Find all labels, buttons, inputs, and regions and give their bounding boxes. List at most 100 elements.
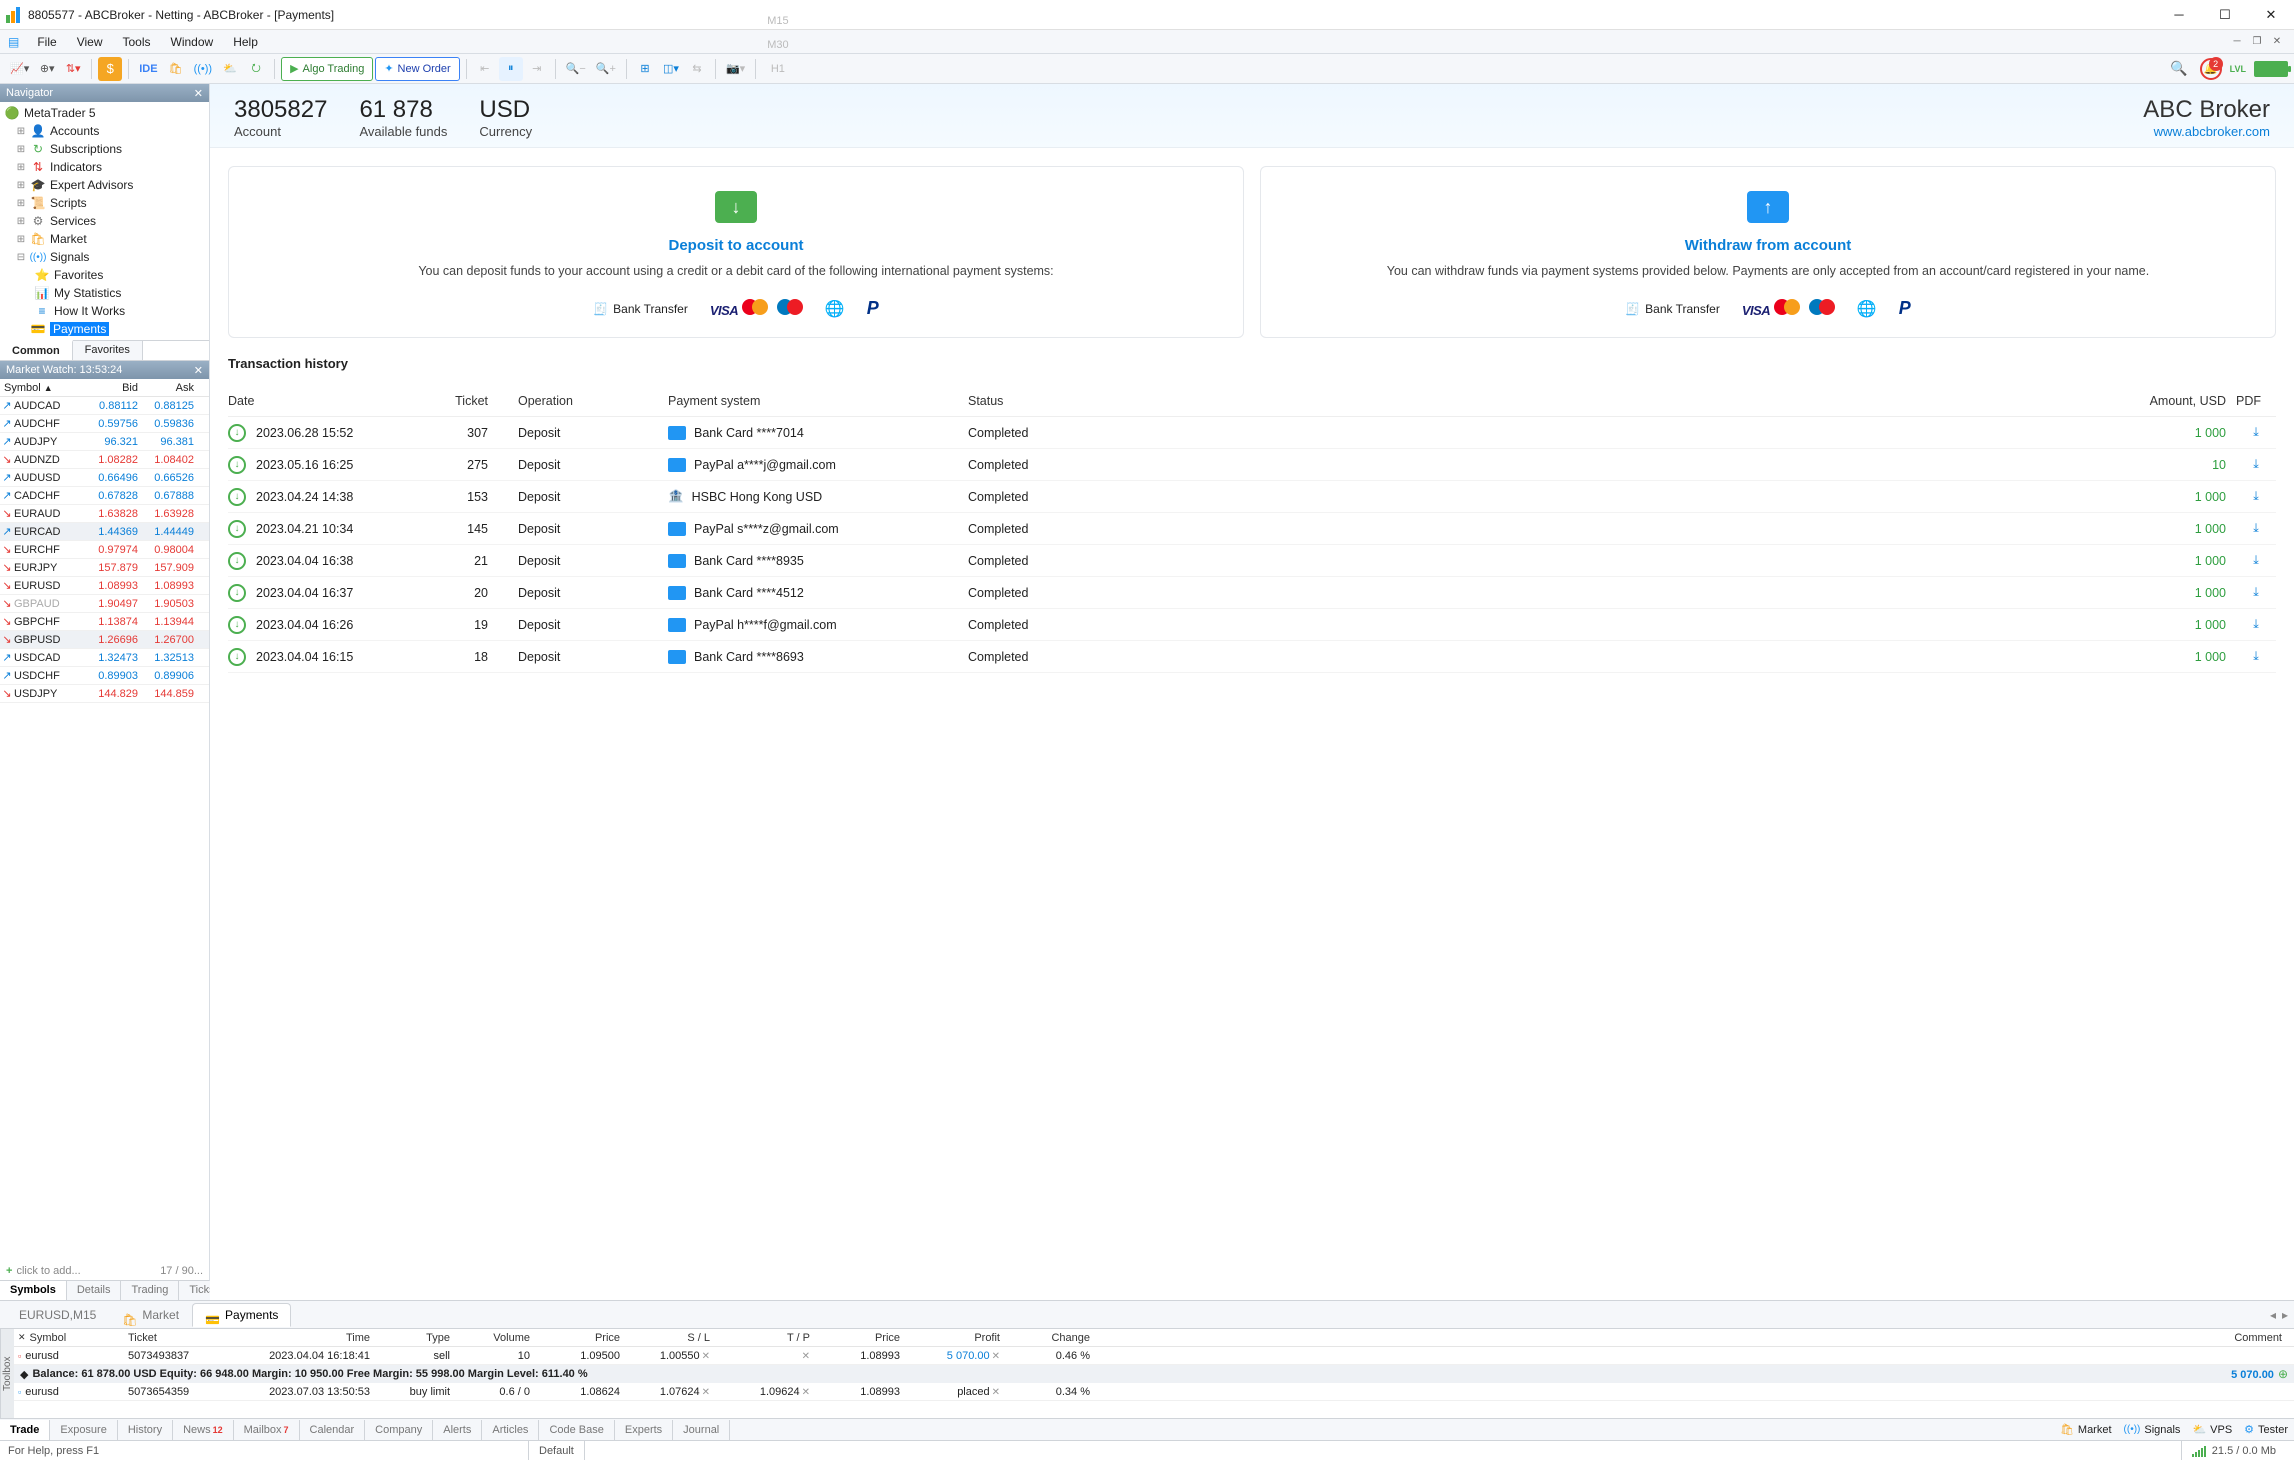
plus-icon[interactable]: ⊕ <box>2278 1367 2288 1381</box>
tb-tab-news[interactable]: News12 <box>173 1420 234 1440</box>
tab-market[interactable]: 🛍Market <box>109 1303 192 1327</box>
mdi-close-icon[interactable]: ✕ <box>2268 33 2286 51</box>
status-profile[interactable]: Default <box>528 1441 584 1460</box>
download-pdf-icon[interactable]: ⤓ <box>2236 521 2276 536</box>
nav-payments[interactable]: 💳 Payments <box>0 320 209 338</box>
tf-M30[interactable]: M30 <box>762 33 793 57</box>
dollar-icon[interactable]: $ <box>98 57 122 81</box>
mdi-restore-icon[interactable]: ❐ <box>2248 33 2266 51</box>
history-row[interactable]: ↓2023.04.04 16:2619DepositPayPal h****f@… <box>228 609 2276 641</box>
menu-tools[interactable]: Tools <box>112 35 160 49</box>
nav-services[interactable]: ⊞⚙Services <box>0 212 209 230</box>
broker-url[interactable]: www.abcbroker.com <box>2143 124 2270 139</box>
tf-M5[interactable]: M5 <box>762 0 793 9</box>
download-pdf-icon[interactable]: ⤓ <box>2236 425 2276 440</box>
tb-tab-journal[interactable]: Journal <box>673 1420 730 1440</box>
grid-icon[interactable]: ⊞ <box>633 57 657 81</box>
minimize-button[interactable]: ─ <box>2156 0 2202 30</box>
menu-window[interactable]: Window <box>161 35 224 49</box>
ide-button[interactable]: IDE <box>135 57 161 81</box>
chart-line-icon[interactable]: 📈▾ <box>6 57 33 81</box>
tf-M15[interactable]: M15 <box>762 9 793 33</box>
refresh-icon[interactable]: ⭮ <box>244 57 268 81</box>
history-row[interactable]: ↓2023.05.16 16:25275DepositPayPal a****j… <box>228 449 2276 481</box>
tb-tab-company[interactable]: Company <box>365 1420 433 1440</box>
tab-next-icon[interactable]: ▸ <box>2282 1308 2288 1322</box>
mw-row-audnzd[interactable]: ↘AUDNZD1.082821.08402 <box>0 451 209 469</box>
tab-payments[interactable]: 💳Payments <box>192 1303 291 1327</box>
tab-favorites[interactable]: Favorites <box>73 341 143 360</box>
mw-row-gbpaud[interactable]: ↘GBPAUD1.904971.90503 <box>0 595 209 613</box>
indicator-icon[interactable]: ⇅▾ <box>61 57 85 81</box>
pm-paypal[interactable]: P <box>867 298 879 319</box>
nav-how-it-works[interactable]: ≡How It Works <box>0 302 209 320</box>
tab-prev-icon[interactable]: ◂ <box>2270 1308 2276 1322</box>
depth-icon[interactable]: ⇆ <box>685 57 709 81</box>
mw-row-cadchf[interactable]: ↗CADCHF0.678280.67888 <box>0 487 209 505</box>
tb-tab-alerts[interactable]: Alerts <box>433 1420 482 1440</box>
notification-badge[interactable]: 🔔 2 <box>2200 58 2222 80</box>
plus-icon[interactable]: + <box>6 1265 12 1277</box>
expand-icon[interactable]: ⊞ <box>16 234 26 245</box>
tb-tab-experts[interactable]: Experts <box>615 1420 673 1440</box>
menu-icon[interactable]: ▤ <box>8 35 19 49</box>
crosshair-icon[interactable]: ⊕▾ <box>35 57 59 81</box>
close-icon[interactable]: ✕ <box>18 1332 26 1343</box>
mw-row-eurchf[interactable]: ↘EURCHF0.979740.98004 <box>0 541 209 559</box>
signal-icon[interactable]: ((•)) <box>190 57 217 81</box>
mw-row-gbpchf[interactable]: ↘GBPCHF1.138741.13944 <box>0 613 209 631</box>
search-icon[interactable]: 🔍 <box>2166 57 2191 81</box>
tb-tab-mailbox[interactable]: Mailbox7 <box>234 1420 300 1440</box>
expand-icon[interactable]: ⊞ <box>16 126 26 137</box>
close-button[interactable]: ✕ <box>2248 0 2294 30</box>
trade-row[interactable]: ▫eurusd 5073493837 2023.04.04 16:18:41 s… <box>14 1347 2294 1365</box>
history-row[interactable]: ↓2023.04.04 16:3720DepositBank Card ****… <box>228 577 2276 609</box>
mw-row-audchf[interactable]: ↗AUDCHF0.597560.59836 <box>0 415 209 433</box>
pill-vps[interactable]: ⛅VPS <box>2192 1423 2232 1436</box>
expand-icon[interactable]: ⊞ <box>16 198 26 209</box>
mw-row-eurusd[interactable]: ↘EURUSD1.089931.08993 <box>0 577 209 595</box>
tb-tab-history[interactable]: History <box>118 1420 173 1440</box>
expand-icon[interactable]: ⊞ <box>16 144 26 155</box>
mw-row-eurcad[interactable]: ↗EURCAD1.443691.44449 <box>0 523 209 541</box>
screenshot-icon[interactable]: 📷▾ <box>722 57 749 81</box>
market-icon[interactable]: 🛍 <box>164 57 188 81</box>
menu-help[interactable]: Help <box>223 35 268 49</box>
expand-icon[interactable]: ⊞ <box>16 180 26 191</box>
mw-tab-trading[interactable]: Trading <box>121 1281 179 1300</box>
zoom-out-icon[interactable]: 🔍− <box>562 57 590 81</box>
pause-icon[interactable]: ⏸ <box>499 57 523 81</box>
tb-tab-codebase[interactable]: Code Base <box>539 1420 614 1440</box>
pm-bank-transfer[interactable]: 🧾Bank Transfer <box>1625 302 1720 316</box>
nav-accounts[interactable]: ⊞👤Accounts <box>0 122 209 140</box>
pm-cards[interactable]: VISA <box>1742 299 1835 318</box>
mw-row-audjpy[interactable]: ↗AUDJPY96.32196.381 <box>0 433 209 451</box>
nav-expert-advisors[interactable]: ⊞🎓Expert Advisors <box>0 176 209 194</box>
trade-row[interactable]: ▫eurusd 5073654359 2023.07.03 13:50:53 b… <box>14 1383 2294 1401</box>
mw-row-usdcad[interactable]: ↗USDCAD1.324731.32513 <box>0 649 209 667</box>
download-pdf-icon[interactable]: ⤓ <box>2236 553 2276 568</box>
pm-cards[interactable]: VISA <box>710 299 803 318</box>
pm-webmoney[interactable]: 🌐 <box>825 299 845 319</box>
tb-tab-trade[interactable]: Trade <box>0 1420 50 1440</box>
template-icon[interactable]: ◫▾ <box>659 57 683 81</box>
history-row[interactable]: ↓2023.04.04 16:1518DepositBank Card ****… <box>228 641 2276 673</box>
tb-tab-exposure[interactable]: Exposure <box>50 1420 117 1440</box>
expand-icon[interactable]: ⊞ <box>16 162 26 173</box>
download-pdf-icon[interactable]: ⤓ <box>2236 617 2276 632</box>
close-icon[interactable]: ✕ <box>194 364 203 377</box>
download-pdf-icon[interactable]: ⤓ <box>2236 489 2276 504</box>
mdi-minimize-icon[interactable]: ─ <box>2228 33 2246 51</box>
market-watch-columns[interactable]: Symbol ▲ Bid Ask <box>0 379 209 397</box>
mw-row-eurjpy[interactable]: ↘EURJPY157.879157.909 <box>0 559 209 577</box>
nav-favorites[interactable]: ⭐Favorites <box>0 266 209 284</box>
nav-subscriptions[interactable]: ⊞↻Subscriptions <box>0 140 209 158</box>
new-order-button[interactable]: ✦New Order <box>375 57 459 81</box>
mw-tab-symbols[interactable]: Symbols <box>0 1281 67 1300</box>
history-row[interactable]: ↓2023.04.24 14:38153Deposit🏦HSBC Hong Ko… <box>228 481 2276 513</box>
pm-paypal[interactable]: P <box>1899 298 1911 319</box>
pill-market[interactable]: 🛍Market <box>2060 1423 2112 1436</box>
nav-signals[interactable]: ⊟ ((•)) Signals <box>0 248 209 266</box>
history-row[interactable]: ↓2023.06.28 15:52307DepositBank Card ***… <box>228 417 2276 449</box>
tab-common[interactable]: Common <box>0 340 73 360</box>
